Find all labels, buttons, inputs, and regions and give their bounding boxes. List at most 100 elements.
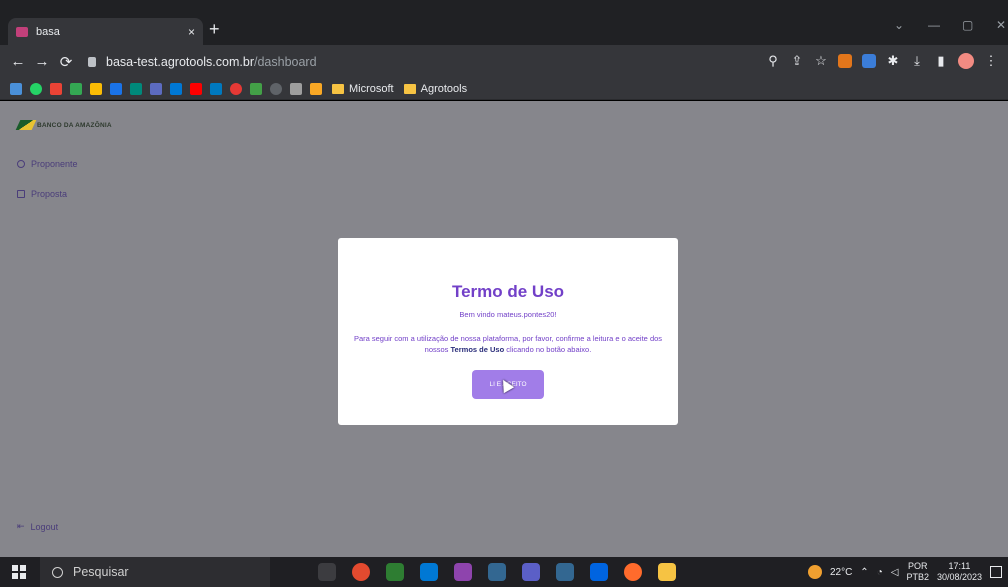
browser-toolbar: ← → ⟳ basa-test.agrotools.com.br/dashboa… bbox=[0, 45, 1008, 78]
accept-button[interactable]: LI E ACEITO bbox=[472, 370, 544, 399]
url-path: /dashboard bbox=[254, 55, 317, 69]
logout-label: Logout bbox=[30, 521, 59, 532]
gmail-icon[interactable] bbox=[50, 82, 62, 95]
browser-tab[interactable]: basa × bbox=[8, 18, 203, 45]
logout-button[interactable]: ⇤ Logout bbox=[17, 521, 58, 532]
search-icon bbox=[52, 566, 63, 578]
task-view-icon[interactable] bbox=[318, 563, 336, 581]
share-icon[interactable]: ⇪ bbox=[790, 53, 804, 69]
terms-modal: Termo de Uso Bem vindo mateus.pontes20! … bbox=[338, 238, 678, 425]
lang-layout: PTB2 bbox=[906, 572, 929, 582]
trello-icon[interactable] bbox=[210, 82, 222, 95]
document-icon bbox=[17, 190, 25, 198]
puzzle-icon[interactable]: ✱ bbox=[886, 53, 900, 69]
bookmark-icon[interactable] bbox=[90, 82, 102, 95]
modal-title: Termo de Uso bbox=[451, 282, 565, 301]
bookmark-icon[interactable] bbox=[130, 82, 142, 95]
system-tray: 22°C ⌃ ◔ ◁ POR PTB2 17:11 30/08/2023 bbox=[807, 557, 1002, 587]
search-placeholder: Pesquisar bbox=[73, 565, 129, 579]
star-icon[interactable]: ☆ bbox=[814, 53, 828, 69]
page-overlay: BANCO DA AMAZÔNIA Proponente Proposta ⇤ … bbox=[0, 101, 1008, 557]
bookmark-folder-agrotools[interactable]: Agrotools bbox=[403, 82, 468, 95]
vscode-icon[interactable] bbox=[420, 563, 438, 581]
back-arrow-icon[interactable]: ← bbox=[6, 53, 30, 70]
weather-icon[interactable] bbox=[807, 565, 822, 579]
lock-icon bbox=[88, 57, 96, 67]
zoom-icon[interactable]: ⚲ bbox=[766, 53, 780, 69]
powerbi-icon[interactable] bbox=[310, 82, 322, 95]
minimize-icon[interactable]: — bbox=[928, 18, 940, 32]
url-host: basa-test.agrotools.com.br bbox=[106, 55, 254, 69]
chrome-icon[interactable] bbox=[352, 563, 370, 581]
bookmarks-bar: Microsoft Agrotools bbox=[0, 78, 1008, 100]
download-icon[interactable]: ⤓ bbox=[910, 53, 924, 69]
sidepanel-icon[interactable]: ▮ bbox=[934, 53, 948, 69]
welcome-text: Bem vindo mateus.pontes20! bbox=[459, 310, 557, 319]
clock[interactable]: 17:11 30/08/2023 bbox=[937, 561, 982, 583]
sidebar-item-proponente[interactable]: Proponente bbox=[17, 159, 78, 169]
bookmark-icon[interactable] bbox=[270, 82, 282, 95]
reload-icon[interactable]: ⟳ bbox=[54, 53, 78, 71]
sidebar-item-label: Proponente bbox=[31, 159, 78, 169]
extension-icon[interactable] bbox=[862, 54, 876, 68]
circle-dot-icon bbox=[17, 160, 25, 168]
drive-icon[interactable] bbox=[110, 82, 122, 95]
language-indicator[interactable]: POR PTB2 bbox=[906, 561, 929, 583]
windows-taskbar: Pesquisar 22°C ⌃ ◔ ◁ POR PTB2 17:11 30/0… bbox=[0, 557, 1008, 587]
folder-icon bbox=[332, 83, 344, 94]
app-icon[interactable] bbox=[624, 563, 642, 581]
tab-title: basa bbox=[36, 25, 60, 38]
screen: basa × + ⌄ — ▢ ✕ ← → ⟳ basa-test.agrotoo… bbox=[0, 0, 1008, 587]
bookmark-icon[interactable] bbox=[250, 82, 262, 95]
visual-studio-icon[interactable] bbox=[454, 563, 472, 581]
close-window-icon[interactable]: ✕ bbox=[996, 18, 1006, 32]
volume-icon[interactable]: ◁ bbox=[891, 567, 899, 578]
windows-start-icon[interactable] bbox=[12, 565, 26, 579]
profile-avatar[interactable] bbox=[958, 53, 974, 69]
folder-icon bbox=[403, 83, 416, 94]
bookmark-icon[interactable] bbox=[150, 82, 162, 95]
app-icon[interactable] bbox=[386, 563, 404, 581]
tab-close-icon[interactable]: × bbox=[188, 25, 195, 39]
youtube-icon[interactable] bbox=[190, 82, 202, 95]
forward-arrow-icon[interactable]: → bbox=[30, 53, 54, 70]
bookmark-icon[interactable] bbox=[70, 82, 82, 95]
sidebar-item-label: Proposta bbox=[31, 189, 68, 199]
bookmark-icon[interactable] bbox=[170, 82, 182, 95]
file-explorer-icon[interactable] bbox=[658, 563, 676, 581]
address-bar[interactable]: basa-test.agrotools.com.br/dashboard bbox=[88, 50, 738, 74]
metamask-extension-icon[interactable] bbox=[838, 54, 852, 68]
chevron-up-icon[interactable]: ⌃ bbox=[860, 567, 868, 578]
postgres-icon[interactable] bbox=[556, 563, 574, 581]
sidebar-item-proposta[interactable]: Proposta bbox=[17, 189, 67, 199]
modal-body: Para seguir com a utilização de nossa pl… bbox=[343, 333, 673, 355]
whatsapp-icon[interactable] bbox=[30, 82, 42, 95]
notification-icon[interactable] bbox=[990, 566, 1002, 578]
logo-mark-icon bbox=[15, 120, 37, 130]
new-tab-button[interactable]: + bbox=[209, 20, 220, 38]
teams-icon[interactable] bbox=[522, 563, 540, 581]
meta-icon[interactable] bbox=[590, 563, 608, 581]
bookmark-icon[interactable] bbox=[290, 82, 302, 95]
bookmark-icon[interactable] bbox=[10, 82, 22, 95]
postgres-icon[interactable] bbox=[488, 563, 506, 581]
menu-icon[interactable]: ⋮ bbox=[984, 53, 998, 69]
maximize-icon[interactable]: ▢ bbox=[962, 18, 973, 32]
terms-link[interactable]: Termos de Uso bbox=[451, 345, 505, 354]
bookmark-icon[interactable] bbox=[230, 82, 242, 95]
logout-icon: ⇤ bbox=[17, 521, 25, 531]
bank-logo: BANCO DA AMAZÔNIA bbox=[15, 120, 112, 130]
temperature: 22°C bbox=[829, 566, 853, 578]
body-text-suffix: clicando no botão abaixo. bbox=[506, 345, 592, 354]
network-icon[interactable]: ◔ bbox=[877, 567, 883, 578]
lang-code: POR bbox=[907, 561, 928, 571]
logo-text: BANCO DA AMAZÔNIA bbox=[37, 121, 112, 129]
tab-search-icon[interactable]: ⌄ bbox=[894, 18, 904, 32]
favicon-icon bbox=[16, 26, 28, 37]
mouse-cursor-icon bbox=[497, 376, 515, 394]
bookmark-folder-microsoft[interactable]: Microsoft bbox=[332, 83, 394, 95]
clock-date: 30/08/2023 bbox=[936, 572, 982, 582]
clock-time: 17:11 bbox=[948, 561, 971, 571]
taskbar-search[interactable]: Pesquisar bbox=[40, 557, 270, 587]
bookmark-folder-label: Agrotools bbox=[420, 82, 468, 95]
